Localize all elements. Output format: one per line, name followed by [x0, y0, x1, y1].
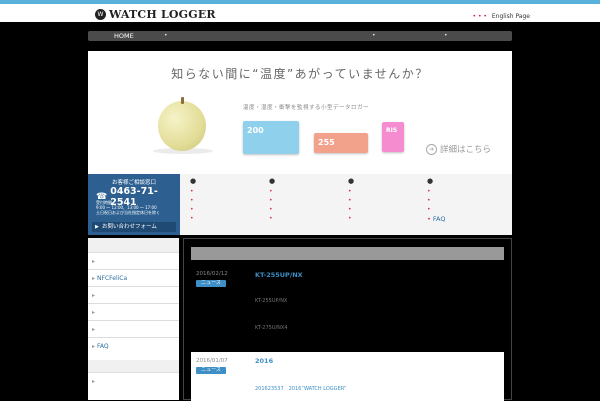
detail-link-label: 詳細はこちら — [440, 145, 492, 155]
link-dot-icon[interactable]: • — [427, 189, 446, 195]
sidebar-item-label: NFCFeliCa — [97, 275, 128, 282]
device-label: RIS — [386, 127, 398, 134]
news-item: 2016/01/07 ニュース 2016 201623537 2016“WATC… — [191, 352, 504, 401]
hero-banner[interactable]: 知らない間に“温度”あがっていませんか？ 温度・湿度・衝撃を監視する小型データロ… — [88, 51, 512, 174]
link-column: ● • • • • FAQ — [427, 177, 446, 223]
news-title[interactable]: KT-255UP/NX — [255, 271, 303, 279]
column-bullet-icon: ● — [190, 177, 197, 185]
link-dot-icon[interactable]: • — [348, 207, 354, 213]
chevron-right-icon: ▸ — [92, 292, 96, 299]
link-dot-icon[interactable]: • — [190, 207, 196, 213]
link-dot-icon[interactable]: • — [190, 198, 196, 204]
nav-separator: • — [372, 32, 376, 39]
link-dot-icon[interactable]: • — [348, 216, 354, 222]
arrow-circle-icon: ➜ — [426, 143, 437, 155]
chevron-right-icon: ▸ — [92, 309, 96, 316]
link-dot-icon[interactable]: • — [269, 216, 275, 222]
column-bullet-icon: ● — [348, 177, 355, 185]
faq-link[interactable]: • FAQ — [427, 215, 446, 223]
news-date: 2016/01/07 — [196, 358, 228, 364]
site-logo[interactable]: W WATCH LOGGER — [95, 8, 216, 21]
contact-title: お客様ご相談窓口 — [111, 180, 156, 186]
nav-separator: • — [164, 32, 168, 39]
news-badge[interactable]: ニュース — [196, 367, 226, 374]
hero-title: 知らない間に“温度”あがっていませんか？ — [171, 67, 429, 81]
column-bullet-icon: ● — [269, 177, 276, 185]
link-column: ● • • • • — [190, 178, 196, 225]
sidebar-item[interactable]: ▸ — [88, 286, 179, 304]
sidebar-item-nfc[interactable]: ▸ NFCFeliCa — [88, 269, 179, 287]
contact-hours: 受付時間 9:00 ～ 12:00、13:00 ～ 17:00 土日祝日および当… — [96, 200, 160, 215]
hero-subtitle: 温度・湿度・衝撃を監視する小型データロガー — [243, 105, 370, 111]
logger-device-blue: 200 — [243, 121, 299, 154]
sidebar-header — [88, 238, 179, 252]
faq-link-label: FAQ — [432, 215, 446, 223]
sidebar-item[interactable]: ▸ — [88, 320, 179, 338]
sidebar-item[interactable]: ▸ — [88, 252, 179, 270]
news-header-bar — [191, 247, 504, 260]
link-dot-icon[interactable]: • — [427, 207, 446, 213]
link-dot-icon[interactable]: • — [269, 189, 275, 195]
detail-link[interactable]: ➜ 詳細はこちら — [426, 143, 491, 155]
link-dot-icon[interactable]: • — [427, 198, 446, 204]
news-line: KT-275U/NX4 — [255, 325, 288, 331]
link-dot-icon[interactable]: • — [269, 207, 275, 213]
nav-separator: • — [444, 32, 448, 39]
link-column: ● • • • • — [348, 178, 354, 225]
link-dots-icon: • • • — [472, 13, 487, 20]
news-line: KT-255UP/NX — [255, 298, 288, 304]
english-page-label: English Page — [491, 13, 530, 20]
chevron-right-icon: ▸ — [92, 275, 96, 282]
news-item: 2016/02/12 ニュース KT-255UP/NX KT-255UP/NX … — [191, 269, 504, 353]
sidebar-item[interactable]: ▸ — [88, 303, 179, 321]
quick-links-panel: ● • • • • ● • • • • ● • • • • ● • • • • … — [180, 174, 512, 235]
logger-device-orange: 255 — [314, 133, 368, 153]
logo-mark-icon: W — [95, 9, 106, 20]
sidebar: ▸ ▸ NFCFeliCa ▸ ▸ ▸ ▸ FAQ ▸ — [88, 238, 179, 400]
news-badge[interactable]: ニュース — [196, 280, 226, 287]
pear-stem — [181, 97, 184, 104]
link-dot-icon[interactable]: • — [348, 198, 354, 204]
pear-image — [158, 101, 206, 151]
nav-home[interactable]: HOME — [114, 31, 134, 41]
sidebar-item[interactable]: ▸ — [88, 372, 179, 390]
contact-form-button[interactable]: お問い合わせフォーム — [92, 222, 176, 232]
sidebar-section-header — [88, 360, 179, 372]
chevron-right-icon: ▸ — [92, 258, 96, 265]
holiday-note: 土日祝日および当社指定休日を除く — [96, 210, 160, 215]
column-bullet-icon: ● — [427, 177, 434, 185]
chevron-right-icon: ▸ — [92, 378, 96, 385]
news-content: 2016/02/12 ニュース KT-255UP/NX KT-255UP/NX … — [183, 238, 512, 401]
link-dot-icon[interactable]: • — [190, 216, 196, 222]
global-nav: HOME • • • — [88, 31, 512, 41]
link-dot-icon[interactable]: • — [269, 198, 275, 204]
sidebar-item-label: FAQ — [97, 343, 109, 350]
sidebar-item-faq[interactable]: ▸ FAQ — [88, 337, 179, 355]
news-title[interactable]: 2016 — [255, 357, 273, 365]
link-column: ● • • • • — [269, 178, 275, 225]
link-dot-icon[interactable]: • — [190, 189, 196, 195]
news-date: 2016/02/12 — [196, 271, 228, 277]
device-label: 255 — [318, 138, 335, 147]
chevron-right-icon: ▸ — [92, 326, 96, 333]
logger-device-pink: RIS — [382, 122, 404, 152]
link-dot-icon[interactable]: • — [348, 189, 354, 195]
english-page-link[interactable]: • • • English Page — [473, 13, 530, 20]
chevron-right-icon: ▸ — [92, 343, 96, 350]
news-line: 201623537 2016“WATCH LOGGER” — [255, 386, 347, 392]
logo-text: WATCH LOGGER — [109, 8, 216, 21]
device-label: 200 — [247, 126, 264, 135]
contact-box: お客様ご相談窓口 ☎ 0463-71-2541 受付時間 9:00 ～ 12:0… — [88, 174, 180, 235]
